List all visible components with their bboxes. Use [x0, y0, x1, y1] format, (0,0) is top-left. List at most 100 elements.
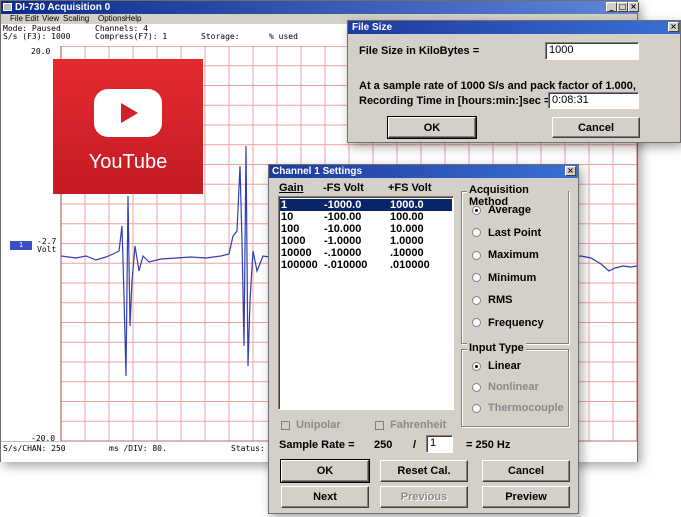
- pos-fs-cell: 1.0000: [390, 235, 424, 247]
- youtube-label: YouTube: [88, 151, 168, 173]
- menu-edit[interactable]: Edit: [25, 14, 39, 24]
- main-titlebar: DI-730 Acquisition 0: [1, 1, 637, 14]
- radio-label: Average: [488, 204, 532, 216]
- radio-dot: [472, 295, 481, 305]
- file-size-titlebar: File Size: [348, 21, 680, 34]
- acq-radio-rms[interactable]: RMS: [472, 294, 512, 306]
- file-size-title: File Size: [352, 22, 393, 33]
- radio-label: Linear: [488, 360, 522, 372]
- divisor-slash: /: [413, 439, 417, 451]
- input-type-title: Input Type: [467, 342, 526, 354]
- pos-fs-cell: .10000: [390, 247, 424, 259]
- radio-dot: [472, 382, 481, 392]
- radio-dot: [472, 318, 481, 327]
- unipolar-label: Unipolar: [296, 419, 341, 431]
- unipolar-box: [281, 420, 290, 430]
- gain-cell: 100: [281, 223, 300, 235]
- neg-fs-cell: -100.00: [324, 211, 362, 223]
- channel-settings-close-button[interactable]: ×: [565, 166, 576, 176]
- gain-row[interactable]: 1000 -1.0000 1.0000: [280, 235, 452, 247]
- input-radio-linear[interactable]: Linear: [472, 360, 521, 372]
- menu-scaling[interactable]: Scaling: [63, 14, 89, 24]
- youtube-badge[interactable]: YouTube: [53, 59, 203, 194]
- minimize-button[interactable]: _: [606, 2, 617, 12]
- menu-view[interactable]: View: [42, 14, 59, 24]
- gain-row[interactable]: 100000 -.010000 .010000: [280, 259, 452, 271]
- next-button[interactable]: Next: [281, 486, 369, 508]
- file-size-ok-button[interactable]: OK: [387, 116, 477, 139]
- recording-time-label: Recording Time in [hours:min:]sec =: [359, 95, 551, 107]
- radio-label: Last Point: [488, 226, 542, 239]
- col-gain: Gain: [279, 182, 304, 194]
- y-axis-top: 20.0: [31, 47, 51, 56]
- input-type-group: Input Type Linear Nonlinear Thermocouple: [461, 342, 569, 427]
- radio-dot: [472, 273, 481, 282]
- neg-fs-cell: -10.000: [324, 223, 362, 235]
- pos-fs-cell: 100.00: [390, 211, 424, 223]
- ms-per-div: ms /DIV: 80.: [109, 444, 167, 453]
- radio-label: Nonlinear: [488, 381, 539, 393]
- acq-radio-frequency[interactable]: Frequency: [472, 317, 544, 329]
- file-size-label: File Size in KiloBytes =: [359, 45, 480, 57]
- channel-settings-dialog: Channel 1 Settings × Gain -FS Volt +FS V…: [268, 164, 579, 514]
- channel-settings-titlebar: Channel 1 Settings: [269, 165, 578, 178]
- main-window-title: DI-730 Acquisition 0: [15, 2, 111, 13]
- y-axis-mid-unit: Volt: [37, 245, 57, 254]
- file-size-cancel-button[interactable]: Cancel: [552, 117, 640, 138]
- menu-help[interactable]: Help: [125, 14, 141, 24]
- neg-fs-cell: -1000.0: [324, 199, 362, 211]
- file-size-close-button[interactable]: ×: [668, 22, 679, 32]
- file-size-input[interactable]: 1000: [545, 42, 639, 60]
- youtube-play-icon: [94, 89, 162, 137]
- gain-cell: 100000: [281, 259, 318, 271]
- channel-ok-button[interactable]: OK: [280, 459, 370, 483]
- pos-fs-cell: 10.000: [390, 223, 424, 235]
- gain-cell: 10: [281, 211, 294, 223]
- file-size-dialog: File Size × File Size in KiloBytes = 100…: [347, 20, 681, 143]
- radio-dot: [472, 250, 481, 260]
- unipolar-checkbox[interactable]: Unipolar: [281, 419, 341, 431]
- reset-cal-button[interactable]: Reset Cal.: [380, 460, 468, 482]
- acq-radio-last-point[interactable]: Last Point: [472, 227, 541, 239]
- channel-tag[interactable]: 1: [10, 241, 32, 250]
- acq-radio-maximum[interactable]: Maximum: [472, 249, 539, 261]
- recording-time-input[interactable]: 0:08:31: [548, 92, 639, 109]
- channel-cancel-button[interactable]: Cancel: [482, 460, 570, 482]
- rate-status: S/s (F3): 1000: [3, 32, 71, 41]
- gain-row[interactable]: 10 -100.00 100.00: [280, 211, 452, 223]
- gain-row[interactable]: 1 -1000.0 1000.0: [280, 199, 452, 211]
- pos-fs-cell: 1000.0: [390, 199, 424, 211]
- acquisition-method-group: Acquisition Method Average Last Point Maxi…: [461, 184, 569, 344]
- gain-list[interactable]: 1 -1000.0 1000.0 10 -100.00 100.00 100 -10.000 1…: [278, 196, 454, 410]
- menu-options[interactable]: Options: [98, 14, 126, 24]
- maximize-button[interactable]: □: [617, 2, 628, 12]
- sample-rate-label: Sample Rate =: [279, 439, 355, 451]
- sample-rate-info: At a sample rate of 1000 S/s and pack fa…: [359, 80, 636, 92]
- radio-label: Thermocouple: [488, 402, 564, 414]
- storage-status: Storage:: [201, 32, 240, 41]
- compress-status: Compress(F7): 1: [95, 32, 168, 41]
- radio-dot: [472, 361, 481, 371]
- menu-file[interactable]: File: [10, 14, 23, 24]
- neg-fs-cell: -.10000: [324, 247, 362, 259]
- fahrenheit-checkbox[interactable]: Fahrenheit: [375, 419, 446, 431]
- input-radio-thermocouple: Thermocouple: [472, 402, 564, 414]
- divisor-input[interactable]: 1: [426, 435, 453, 453]
- radio-label: Frequency: [488, 316, 544, 329]
- preview-button[interactable]: Preview: [482, 486, 570, 508]
- input-radio-nonlinear: Nonlinear: [472, 381, 539, 393]
- close-button[interactable]: ×: [628, 2, 639, 12]
- used-status: % used: [269, 32, 298, 41]
- gain-cell: 1: [281, 199, 288, 211]
- samples-per-channel: S/s/CHAN: 250: [3, 444, 66, 453]
- gain-cell: 1000: [281, 235, 306, 247]
- gain-row[interactable]: 100 -10.000 10.000: [280, 223, 452, 235]
- fahrenheit-box: [375, 420, 384, 430]
- gain-cell: 10000: [281, 247, 312, 259]
- app-icon: [3, 3, 12, 11]
- pos-fs-cell: .010000: [390, 259, 430, 271]
- acq-radio-minimum[interactable]: Minimum: [472, 272, 536, 284]
- acq-radio-average[interactable]: Average: [472, 204, 531, 216]
- gain-row[interactable]: 10000 -.10000 .10000: [280, 247, 452, 259]
- col-pos-fs: +FS Volt: [388, 182, 432, 194]
